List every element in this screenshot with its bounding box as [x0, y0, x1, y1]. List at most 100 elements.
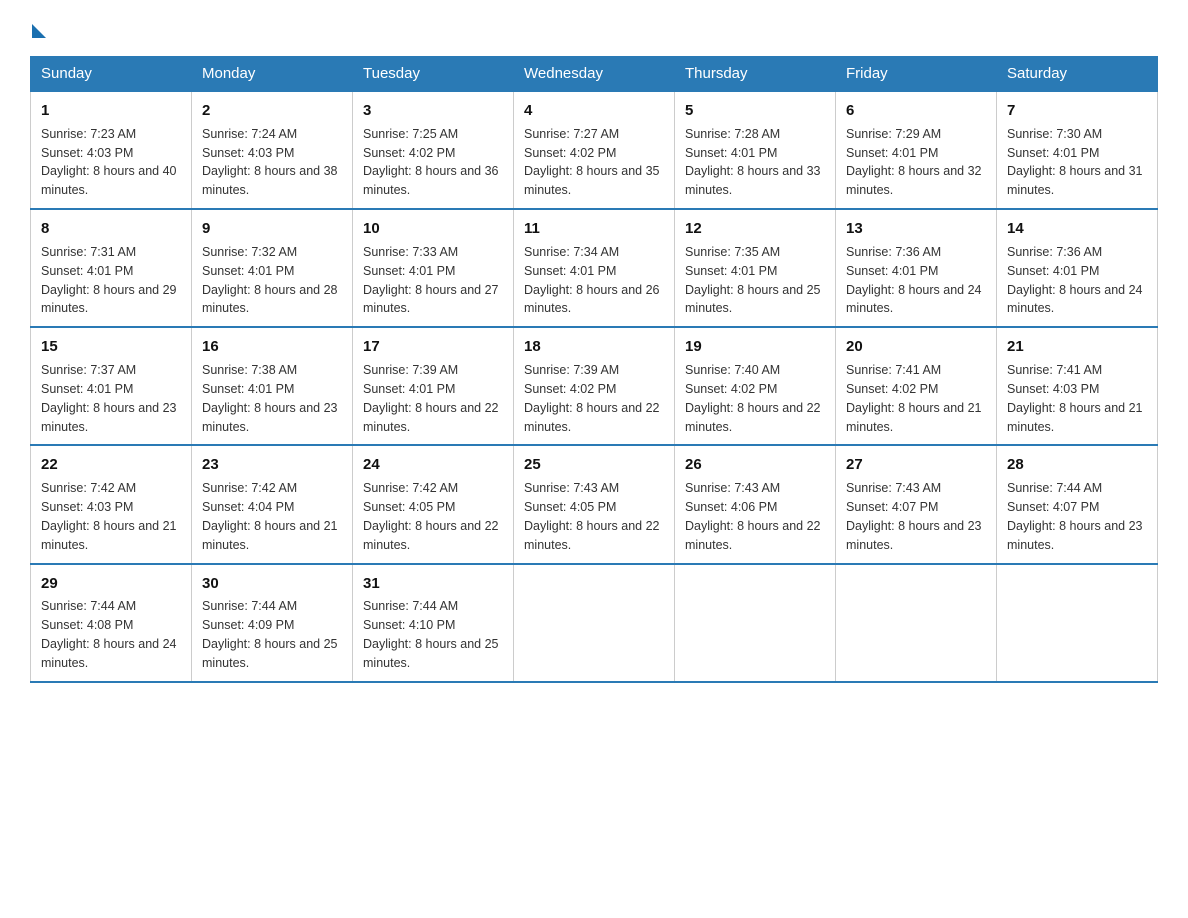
day-info: Sunrise: 7:28 AMSunset: 4:01 PMDaylight:… — [685, 127, 821, 198]
calendar-cell: 3 Sunrise: 7:25 AMSunset: 4:02 PMDaylight… — [353, 91, 514, 209]
day-info: Sunrise: 7:42 AMSunset: 4:05 PMDaylight:… — [363, 481, 499, 552]
calendar-cell: 6 Sunrise: 7:29 AMSunset: 4:01 PMDaylight… — [836, 91, 997, 209]
header-sunday: Sunday — [31, 57, 192, 92]
day-number: 25 — [524, 454, 664, 476]
calendar-cell: 12 Sunrise: 7:35 AMSunset: 4:01 PMDayligh… — [675, 209, 836, 327]
calendar-cell: 2 Sunrise: 7:24 AMSunset: 4:03 PMDaylight… — [192, 91, 353, 209]
calendar-cell: 4 Sunrise: 7:27 AMSunset: 4:02 PMDaylight… — [514, 91, 675, 209]
day-info: Sunrise: 7:29 AMSunset: 4:01 PMDaylight:… — [846, 127, 982, 198]
calendar-cell: 20Sunrise: 7:41 AMSunset: 4:02 PMDayligh… — [836, 327, 997, 445]
day-info: Sunrise: 7:43 AMSunset: 4:07 PMDaylight:… — [846, 481, 982, 552]
day-number: 24 — [363, 454, 503, 476]
day-info: Sunrise: 7:39 AMSunset: 4:01 PMDaylight:… — [363, 363, 499, 434]
day-number: 16 — [202, 336, 342, 358]
calendar-cell: 13 Sunrise: 7:36 AMSunset: 4:01 PMDayligh… — [836, 209, 997, 327]
calendar-cell: 26 Sunrise: 7:43 AMSunset: 4:06 PMDayligh… — [675, 445, 836, 563]
day-number: 30 — [202, 573, 342, 595]
day-number: 29 — [41, 573, 181, 595]
day-number: 6 — [846, 100, 986, 122]
day-info: Sunrise: 7:39 AMSunset: 4:02 PMDaylight:… — [524, 363, 660, 434]
day-number: 17 — [363, 336, 503, 358]
day-info: Sunrise: 7:31 AMSunset: 4:01 PMDaylight:… — [41, 245, 177, 316]
day-number: 10 — [363, 218, 503, 240]
calendar-cell: 30 Sunrise: 7:44 AMSunset: 4:09 PMDayligh… — [192, 564, 353, 682]
day-info: Sunrise: 7:41 AMSunset: 4:03 PMDaylight:… — [1007, 363, 1143, 434]
calendar-cell — [675, 564, 836, 682]
header-saturday: Saturday — [997, 57, 1158, 92]
day-number: 11 — [524, 218, 664, 240]
day-number: 13 — [846, 218, 986, 240]
day-number: 31 — [363, 573, 503, 595]
logo-arrow-icon — [32, 24, 46, 38]
day-number: 15 — [41, 336, 181, 358]
day-number: 3 — [363, 100, 503, 122]
day-number: 27 — [846, 454, 986, 476]
calendar-cell — [997, 564, 1158, 682]
week-row-2: 8 Sunrise: 7:31 AMSunset: 4:01 PMDaylight… — [31, 209, 1158, 327]
calendar-cell: 9 Sunrise: 7:32 AMSunset: 4:01 PMDaylight… — [192, 209, 353, 327]
day-info: Sunrise: 7:27 AMSunset: 4:02 PMDaylight:… — [524, 127, 660, 198]
day-number: 28 — [1007, 454, 1147, 476]
day-number: 4 — [524, 100, 664, 122]
day-info: Sunrise: 7:33 AMSunset: 4:01 PMDaylight:… — [363, 245, 499, 316]
day-number: 21 — [1007, 336, 1147, 358]
day-info: Sunrise: 7:25 AMSunset: 4:02 PMDaylight:… — [363, 127, 499, 198]
day-info: Sunrise: 7:36 AMSunset: 4:01 PMDaylight:… — [1007, 245, 1143, 316]
calendar-cell: 28 Sunrise: 7:44 AMSunset: 4:07 PMDayligh… — [997, 445, 1158, 563]
day-number: 12 — [685, 218, 825, 240]
week-row-1: 1Sunrise: 7:23 AMSunset: 4:03 PMDaylight… — [31, 91, 1158, 209]
header-wednesday: Wednesday — [514, 57, 675, 92]
day-info: Sunrise: 7:44 AMSunset: 4:07 PMDaylight:… — [1007, 481, 1143, 552]
day-number: 22 — [41, 454, 181, 476]
day-number: 8 — [41, 218, 181, 240]
day-info: Sunrise: 7:35 AMSunset: 4:01 PMDaylight:… — [685, 245, 821, 316]
calendar-cell: 14Sunrise: 7:36 AMSunset: 4:01 PMDayligh… — [997, 209, 1158, 327]
calendar-cell: 22Sunrise: 7:42 AMSunset: 4:03 PMDayligh… — [31, 445, 192, 563]
day-number: 2 — [202, 100, 342, 122]
header-row: SundayMondayTuesdayWednesdayThursdayFrid… — [31, 57, 1158, 92]
calendar-cell: 1Sunrise: 7:23 AMSunset: 4:03 PMDaylight… — [31, 91, 192, 209]
day-number: 20 — [846, 336, 986, 358]
calendar-cell: 19Sunrise: 7:40 AMSunset: 4:02 PMDayligh… — [675, 327, 836, 445]
day-number: 23 — [202, 454, 342, 476]
calendar-cell: 29 Sunrise: 7:44 AMSunset: 4:08 PMDayligh… — [31, 564, 192, 682]
calendar-cell: 5Sunrise: 7:28 AMSunset: 4:01 PMDaylight… — [675, 91, 836, 209]
calendar-cell: 25 Sunrise: 7:43 AMSunset: 4:05 PMDayligh… — [514, 445, 675, 563]
header-monday: Monday — [192, 57, 353, 92]
calendar-cell: 24 Sunrise: 7:42 AMSunset: 4:05 PMDayligh… — [353, 445, 514, 563]
calendar-cell: 8 Sunrise: 7:31 AMSunset: 4:01 PMDaylight… — [31, 209, 192, 327]
calendar-cell: 15 Sunrise: 7:37 AMSunset: 4:01 PMDayligh… — [31, 327, 192, 445]
calendar-cell — [514, 564, 675, 682]
day-number: 7 — [1007, 100, 1147, 122]
day-info: Sunrise: 7:43 AMSunset: 4:05 PMDaylight:… — [524, 481, 660, 552]
day-info: Sunrise: 7:30 AMSunset: 4:01 PMDaylight:… — [1007, 127, 1143, 198]
calendar-cell: 18 Sunrise: 7:39 AMSunset: 4:02 PMDayligh… — [514, 327, 675, 445]
calendar-cell: 7 Sunrise: 7:30 AMSunset: 4:01 PMDaylight… — [997, 91, 1158, 209]
day-info: Sunrise: 7:44 AMSunset: 4:10 PMDaylight:… — [363, 599, 499, 670]
day-info: Sunrise: 7:38 AMSunset: 4:01 PMDaylight:… — [202, 363, 338, 434]
logo — [30, 20, 46, 38]
week-row-5: 29 Sunrise: 7:44 AMSunset: 4:08 PMDayligh… — [31, 564, 1158, 682]
calendar-cell: 23Sunrise: 7:42 AMSunset: 4:04 PMDayligh… — [192, 445, 353, 563]
day-number: 9 — [202, 218, 342, 240]
day-info: Sunrise: 7:44 AMSunset: 4:09 PMDaylight:… — [202, 599, 338, 670]
week-row-4: 22Sunrise: 7:42 AMSunset: 4:03 PMDayligh… — [31, 445, 1158, 563]
day-info: Sunrise: 7:32 AMSunset: 4:01 PMDaylight:… — [202, 245, 338, 316]
calendar-cell: 21 Sunrise: 7:41 AMSunset: 4:03 PMDayligh… — [997, 327, 1158, 445]
day-info: Sunrise: 7:44 AMSunset: 4:08 PMDaylight:… — [41, 599, 177, 670]
week-row-3: 15 Sunrise: 7:37 AMSunset: 4:01 PMDayligh… — [31, 327, 1158, 445]
day-info: Sunrise: 7:37 AMSunset: 4:01 PMDaylight:… — [41, 363, 177, 434]
calendar-cell: 17 Sunrise: 7:39 AMSunset: 4:01 PMDayligh… — [353, 327, 514, 445]
header-thursday: Thursday — [675, 57, 836, 92]
calendar-cell: 11Sunrise: 7:34 AMSunset: 4:01 PMDayligh… — [514, 209, 675, 327]
day-info: Sunrise: 7:24 AMSunset: 4:03 PMDaylight:… — [202, 127, 338, 198]
day-info: Sunrise: 7:40 AMSunset: 4:02 PMDaylight:… — [685, 363, 821, 434]
day-number: 18 — [524, 336, 664, 358]
calendar-table: SundayMondayTuesdayWednesdayThursdayFrid… — [30, 56, 1158, 683]
day-info: Sunrise: 7:23 AMSunset: 4:03 PMDaylight:… — [41, 127, 177, 198]
day-number: 26 — [685, 454, 825, 476]
day-info: Sunrise: 7:36 AMSunset: 4:01 PMDaylight:… — [846, 245, 982, 316]
day-info: Sunrise: 7:43 AMSunset: 4:06 PMDaylight:… — [685, 481, 821, 552]
calendar-cell: 10 Sunrise: 7:33 AMSunset: 4:01 PMDayligh… — [353, 209, 514, 327]
calendar-cell: 31 Sunrise: 7:44 AMSunset: 4:10 PMDayligh… — [353, 564, 514, 682]
